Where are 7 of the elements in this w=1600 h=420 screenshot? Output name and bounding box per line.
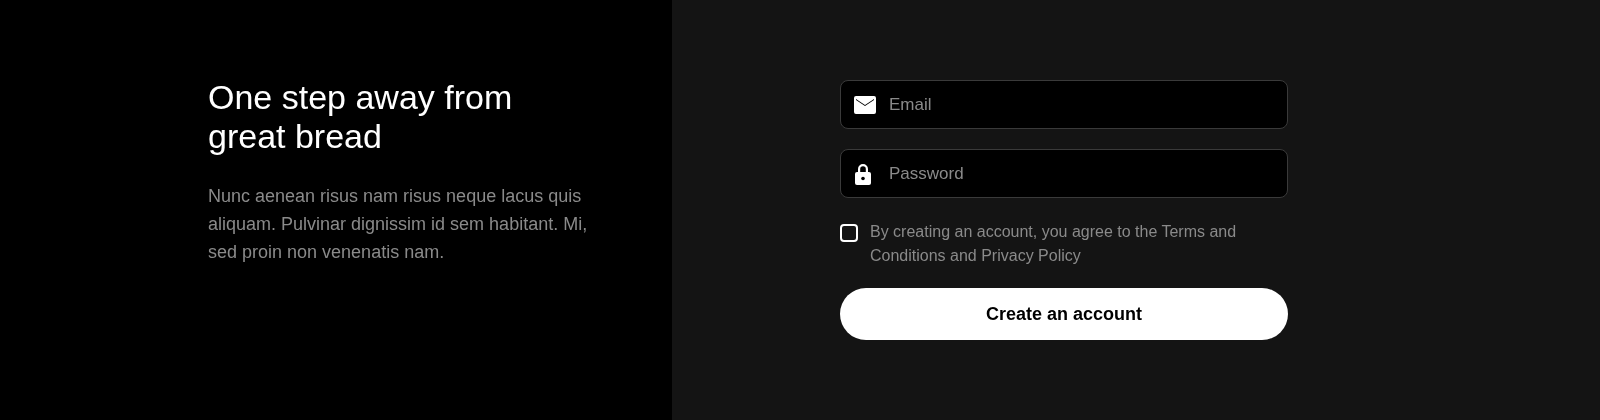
intro-paragraph: Nunc aenean risus nam risus neque lacus quis aliquam. Pulvinar dignissim id sem habitant. Mi, sed proin non venenatis nam. xyxy=(208,185,589,264)
terms-label: By creating an account, you agree to the Terms and Conditions and Privacy Policy xyxy=(870,222,1238,266)
page-heading: One step away from great bread xyxy=(208,78,514,156)
create-account-button[interactable]: Create an account xyxy=(840,288,1288,340)
terms-checkbox[interactable] xyxy=(840,224,858,242)
email-field[interactable]: Email xyxy=(840,80,1288,129)
password-field[interactable]: Password xyxy=(840,149,1288,198)
